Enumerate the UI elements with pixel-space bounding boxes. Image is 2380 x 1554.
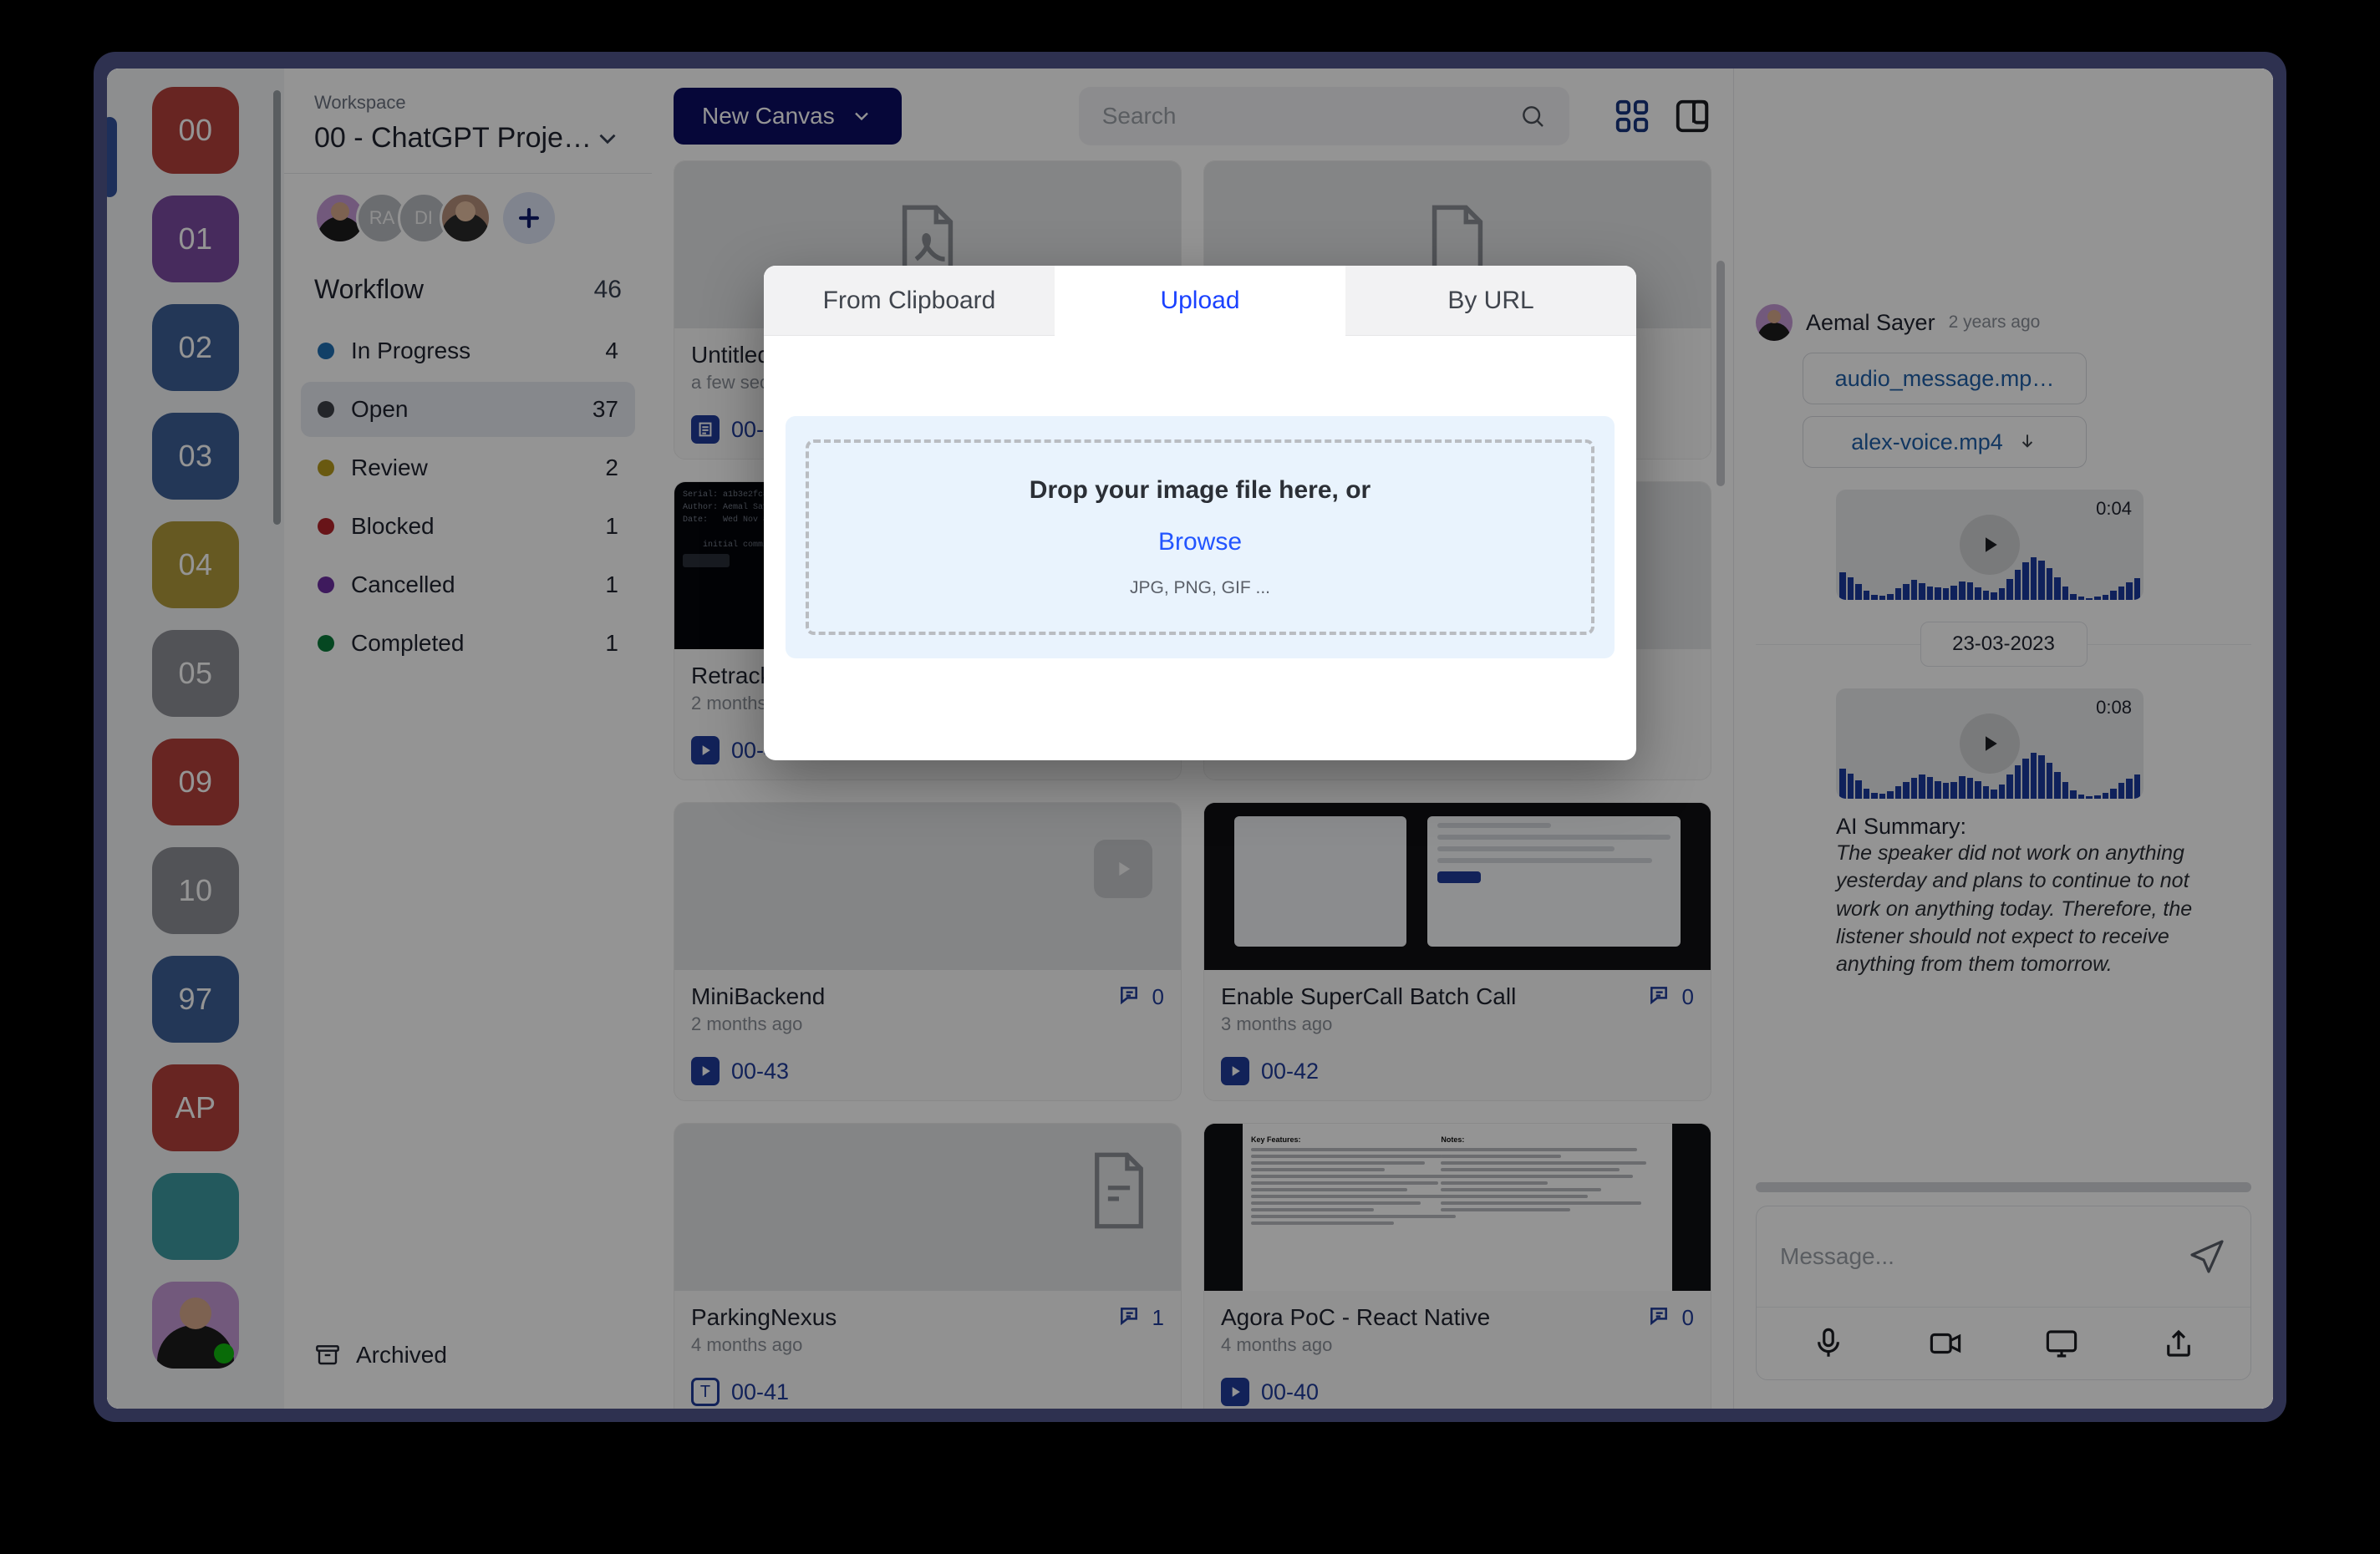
dropzone-prompt: Drop your image file here, or <box>1029 476 1371 504</box>
upload-image-modal: From Clipboard Upload By URL Drop your i… <box>764 266 1636 760</box>
browse-button[interactable]: Browse <box>809 528 1591 556</box>
modal-tabs: From Clipboard Upload By URL <box>764 266 1636 336</box>
app-window-frame: 00 01 02 03 04 05 09 10 97 AP Workspace … <box>94 52 2286 1422</box>
tab-from-clipboard[interactable]: From Clipboard <box>764 266 1055 336</box>
app-window: 00 01 02 03 04 05 09 10 97 AP Workspace … <box>107 69 2273 1409</box>
dropzone-filetypes: JPG, PNG, GIF ... <box>1129 578 1271 597</box>
tab-label: Upload <box>1160 286 1240 314</box>
dropzone-container[interactable]: Drop your image file here, or Browse JPG… <box>786 416 1615 658</box>
tab-label: By URL <box>1447 286 1534 314</box>
file-dropzone[interactable]: Drop your image file here, or Browse JPG… <box>806 439 1594 635</box>
modal-body: Drop your image file here, or Browse JPG… <box>764 416 1636 658</box>
screen: 00 01 02 03 04 05 09 10 97 AP Workspace … <box>0 0 2380 1554</box>
tab-by-url[interactable]: By URL <box>1345 266 1636 336</box>
tab-upload[interactable]: Upload <box>1055 266 1345 336</box>
tab-label: From Clipboard <box>822 286 996 314</box>
